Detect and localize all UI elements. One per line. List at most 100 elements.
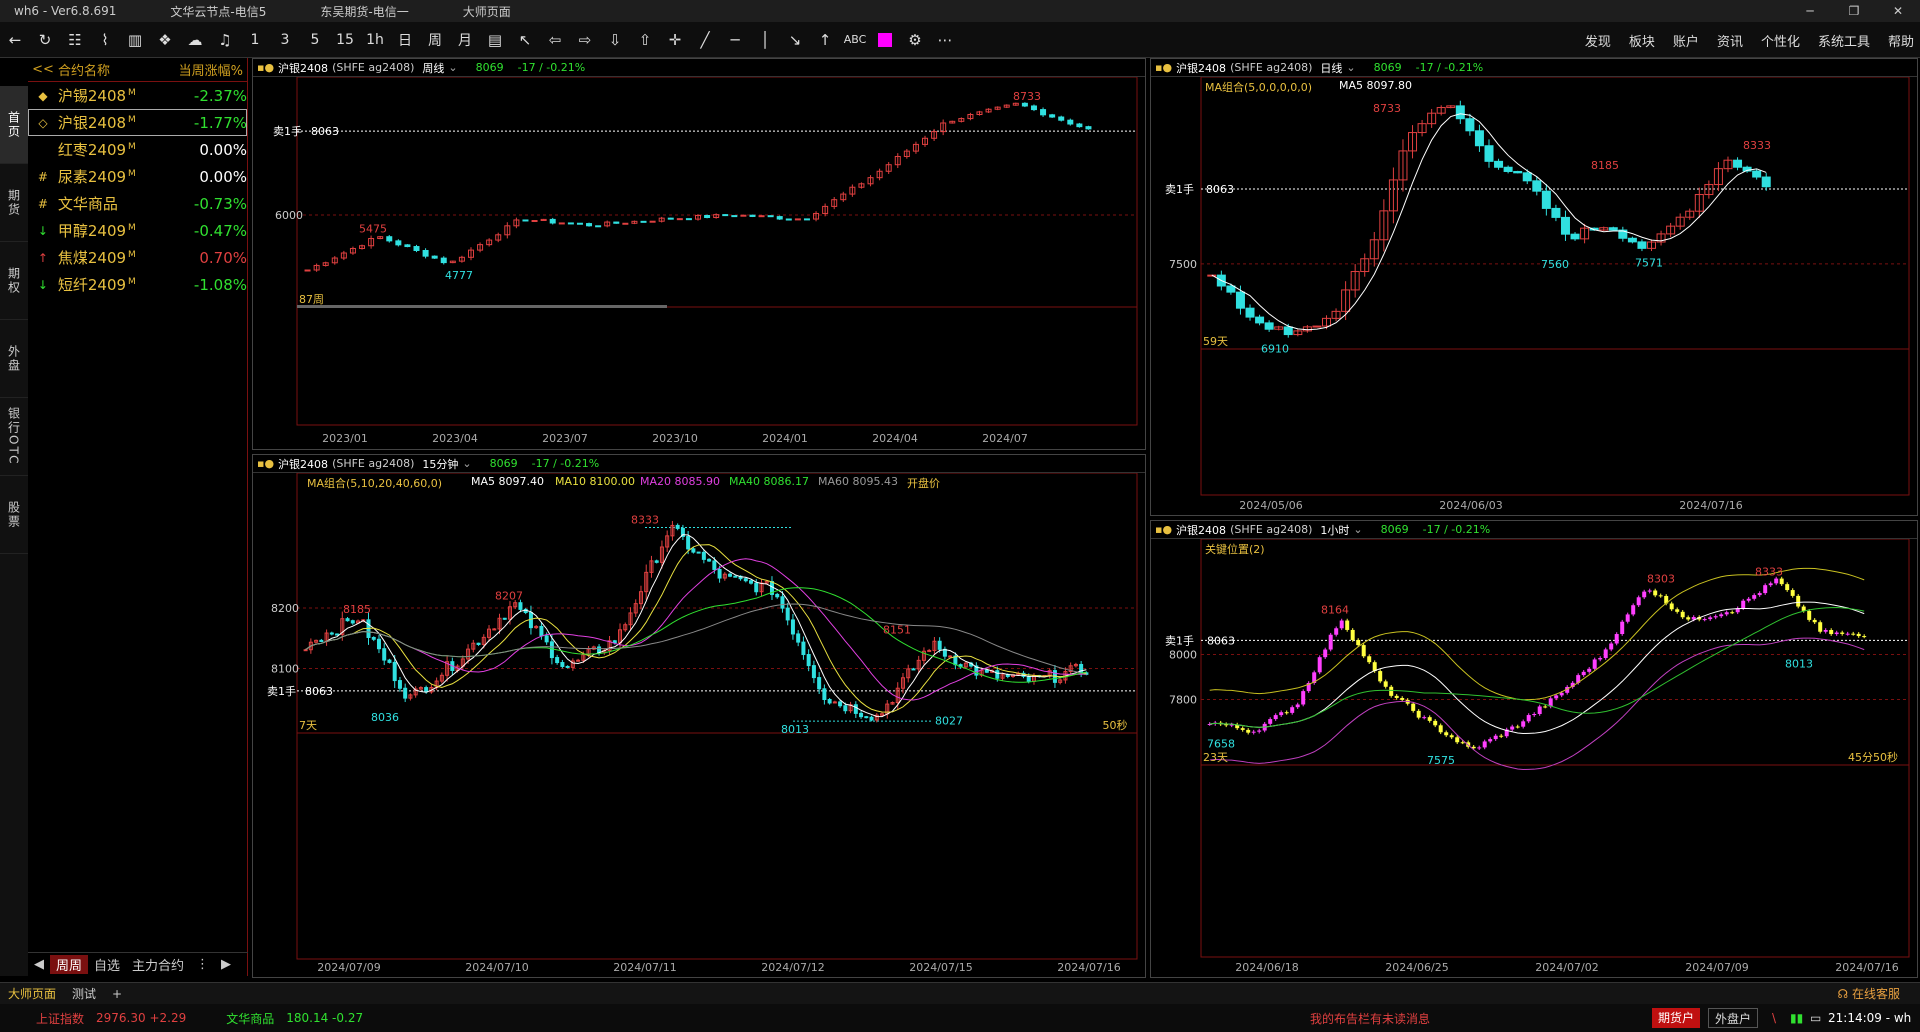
draw-line-icon[interactable]: ╱ <box>690 31 720 49</box>
chart-panel-1h[interactable]: ▪● 沪银2408 (SHFE ag2408) 1小时 ⌄ 8069 -17 / … <box>1150 520 1918 978</box>
side-tab-stocks[interactable]: 股票 <box>0 476 28 554</box>
bar-chart-icon[interactable]: ▥ <box>120 31 150 49</box>
chart-panel-15min[interactable]: ▪● 沪银2408 (SHFE ag2408) 15分钟 ⌄ 8069 -17 /… <box>252 454 1146 978</box>
index-name-sh[interactable]: 上证指数 <box>36 1010 84 1027</box>
layers-icon[interactable]: ❖ <box>150 31 180 49</box>
cloud-icon[interactable]: ☁ <box>180 31 210 49</box>
menu-news[interactable]: 资讯 <box>1717 31 1743 50</box>
more-icon[interactable]: ⋯ <box>930 31 960 49</box>
chevron-down-icon[interactable]: ⌄ <box>1353 523 1362 536</box>
arrow-right-icon[interactable]: ⇨ <box>570 31 600 49</box>
side-tab-home[interactable]: 首页 <box>0 86 28 164</box>
zoom-out-icon[interactable]: ⇩ <box>600 31 630 49</box>
watchlist-row[interactable]: ↓ 短纤2409 M -1.08% <box>28 271 247 298</box>
period-selector[interactable]: 日线 <box>1320 60 1342 76</box>
period-day[interactable]: 日 <box>390 30 420 50</box>
list-icon[interactable]: ☷ <box>60 31 90 49</box>
chevron-down-icon[interactable]: ⌄ <box>462 457 471 470</box>
chart-panel-weekly[interactable]: ▪● 沪银2408 (SHFE ag2408) 周线 ⌄ 8069 -17 / -… <box>252 58 1146 450</box>
vertical-line-icon[interactable]: │ <box>750 31 780 49</box>
period-3min[interactable]: 3 <box>270 32 300 48</box>
side-tab-foreign[interactable]: 外盘 <box>0 320 28 398</box>
menu-sectors[interactable]: 板块 <box>1629 31 1655 50</box>
watchlist-row[interactable]: ◆ 沪锡2408 M -2.37% <box>28 82 247 109</box>
side-tab-bank-otc[interactable]: 银行OTC <box>0 398 28 476</box>
period-15min[interactable]: 15 <box>330 32 360 48</box>
15min-chart[interactable]: 卖1手 8063 8200 8100 8333 8185 8207 8151 8036 8013 8… <box>253 473 1145 977</box>
menu-help[interactable]: 帮助 <box>1888 31 1914 50</box>
bell-icon[interactable]: ♫ <box>210 31 240 49</box>
watchlist-row[interactable]: ◇ 沪银2408 M -1.77% <box>28 109 247 136</box>
back-icon[interactable]: ← <box>0 31 30 49</box>
settings-icon[interactable]: ⚙ <box>900 31 930 49</box>
daily-chart[interactable]: 卖1手 8063 7500 8733 8185 8333 7560 7571 6910 59天 20… <box>1151 77 1917 515</box>
period-1h[interactable]: 1h <box>360 32 390 48</box>
menu-system-tools[interactable]: 系统工具 <box>1818 31 1870 50</box>
watchlist-row[interactable]: ↓ 甲醇2409 M -0.47% <box>28 217 247 244</box>
x-tick-label: 2024/06/03 <box>1439 499 1502 512</box>
zoom-in-icon[interactable]: ⇧ <box>630 31 660 49</box>
minimize-icon[interactable]: ─ <box>1788 0 1832 22</box>
futures-account-button[interactable]: 期货户 <box>1652 1008 1701 1028</box>
cursor-icon[interactable]: ↖ <box>510 31 540 49</box>
period-month[interactable]: 月 <box>450 30 480 50</box>
page-tab-master[interactable]: 大师页面 <box>0 985 64 1002</box>
side-tab-options[interactable]: 期权 <box>0 242 28 320</box>
crosshair-icon[interactable]: ✛ <box>660 31 690 49</box>
candle-body <box>335 633 340 636</box>
text-tool[interactable]: ABC <box>840 33 870 46</box>
page-tab-test[interactable]: 测试 <box>64 985 104 1002</box>
arrow-down-right-icon[interactable]: ↘ <box>780 31 810 49</box>
foreign-account-button[interactable]: 外盘户 <box>1708 1008 1759 1028</box>
menu-account[interactable]: 账户 <box>1673 31 1699 50</box>
period-selector[interactable]: 15分钟 <box>422 456 458 472</box>
weekly-chart[interactable]: 卖1手 8063 6000 8733 5475 4777 87周 2023/01 2023/04… <box>253 77 1145 449</box>
col-name-header[interactable]: 合约名称 <box>58 60 143 79</box>
candle-body <box>754 582 759 593</box>
watchlist-row[interactable]: # 文华商品 -0.73% <box>28 190 247 217</box>
horizontal-line-icon[interactable]: ─ <box>720 31 750 49</box>
more-tabs-icon[interactable]: ⋮ <box>190 957 215 972</box>
menu-personalize[interactable]: 个性化 <box>1761 31 1800 50</box>
color-swatch-icon[interactable] <box>870 31 900 49</box>
period-1min[interactable]: 1 <box>240 32 270 48</box>
watchlist-row[interactable]: 红枣2409 M 0.00% <box>28 136 247 163</box>
period-selector[interactable]: 1小时 <box>1320 522 1349 538</box>
candle-body <box>790 619 795 635</box>
calendar-icon[interactable]: ▤ <box>480 31 510 49</box>
watchlist-row[interactable]: # 尿素2409 M 0.00% <box>28 163 247 190</box>
candle-body <box>1515 726 1520 728</box>
restore-icon[interactable]: ❐ <box>1832 0 1876 22</box>
scroll-right-icon[interactable]: ▶ <box>215 957 237 972</box>
online-service-link[interactable]: ☊ 在线客服 <box>1838 985 1901 1002</box>
period-week[interactable]: 周 <box>420 30 450 50</box>
side-tab-futures[interactable]: 期货 <box>0 164 28 242</box>
scroll-left-icon[interactable]: ◀ <box>28 957 50 972</box>
add-page-button[interactable]: + <box>104 987 130 1001</box>
col-change-header[interactable]: 当周涨幅% <box>143 60 243 79</box>
chart-panel-daily[interactable]: ▪● 沪银2408 (SHFE ag2408) 日线 ⌄ 8069 -17 / -… <box>1150 58 1918 516</box>
menu-discover[interactable]: 发现 <box>1585 31 1611 50</box>
index-name-wh[interactable]: 文华商品 <box>226 1010 274 1027</box>
server-node-2[interactable]: 东吴期货-电信一 <box>320 3 408 20</box>
collapse-icon[interactable]: << <box>28 62 58 77</box>
chevron-down-icon[interactable]: ⌄ <box>448 61 457 74</box>
server-node-1[interactable]: 文华云节点-电信5 <box>170 3 266 20</box>
arrow-up-icon[interactable]: ↑ <box>810 31 840 49</box>
tab-weekly[interactable]: 周周 <box>50 955 89 974</box>
close-icon[interactable]: ✕ <box>1876 0 1920 22</box>
arrow-left-icon[interactable]: ⇦ <box>540 31 570 49</box>
tab-main-contracts[interactable]: 主力合约 <box>126 955 190 974</box>
chevron-down-icon[interactable]: ⌄ <box>1346 61 1355 74</box>
line-chart-icon[interactable]: ⌇ <box>90 31 120 49</box>
low-label: 4777 <box>445 269 473 282</box>
bulletin-message[interactable]: 我的布告栏有未读消息 <box>1310 1010 1430 1027</box>
tab-favorites[interactable]: 自选 <box>88 955 126 974</box>
candle-body <box>1279 712 1284 716</box>
period-5min[interactable]: 5 <box>300 32 330 48</box>
watchlist-row[interactable]: ↑ 焦煤2409 M 0.70% <box>28 244 247 271</box>
refresh-icon[interactable]: ↻ <box>30 31 60 49</box>
1h-chart[interactable]: 卖1手 8063 8000 7800 8164 8303 8333 8013 7658 7575 2… <box>1151 539 1917 977</box>
candle-body <box>1482 741 1487 748</box>
period-selector[interactable]: 周线 <box>422 60 444 76</box>
